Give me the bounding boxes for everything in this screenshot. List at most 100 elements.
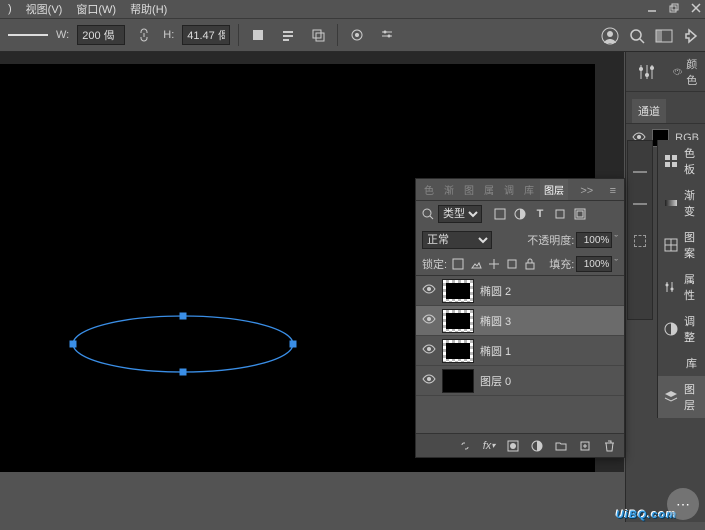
dock-item-swatches[interactable]: 色板 — [658, 140, 705, 182]
filter-type-icon[interactable]: T — [532, 206, 548, 222]
layer-name[interactable]: 椭圆 3 — [480, 313, 511, 329]
layers-panel: 色 渐 图 属 调 库 图层 >> ≡ 类型 T 正常 不透明度: ˇ 锁定: — [415, 178, 625, 458]
align-edges-icon[interactable] — [247, 24, 269, 46]
tab-layers[interactable]: 图层 — [540, 179, 568, 200]
minimize-icon[interactable] — [647, 3, 657, 16]
filter-adjust-icon[interactable] — [512, 206, 528, 222]
dock-item-libraries[interactable]: 库 — [658, 350, 705, 376]
anchor-left[interactable] — [70, 341, 77, 348]
fill-input[interactable] — [576, 256, 612, 272]
anchor-bottom[interactable] — [180, 369, 187, 376]
menu-help[interactable]: 帮助(H) — [130, 1, 167, 17]
layer-thumbnail[interactable] — [442, 369, 474, 393]
opacity-label: 不透明度: — [527, 232, 574, 248]
lock-position-icon[interactable] — [487, 257, 501, 271]
height-label: H: — [163, 29, 174, 41]
dock-item-patterns[interactable]: 图案 — [658, 224, 705, 266]
width-label: W: — [56, 29, 69, 41]
lock-transparent-icon[interactable] — [451, 257, 465, 271]
tab-adjustments[interactable]: 调 — [500, 179, 518, 200]
menu-window[interactable]: 窗口(W) — [76, 1, 116, 17]
filter-shape-icon[interactable] — [552, 206, 568, 222]
link-wh-icon[interactable] — [133, 24, 155, 46]
panel-menu-icon[interactable]: ≡ — [606, 182, 620, 200]
height-input[interactable] — [182, 25, 230, 45]
tab-swatches[interactable]: 色 — [420, 179, 438, 200]
arrange-icon[interactable] — [307, 24, 329, 46]
chevron-down-icon[interactable]: ˇ — [614, 234, 618, 246]
dock-item-layers[interactable]: 图层 — [658, 376, 705, 418]
delete-layer-icon[interactable] — [602, 439, 616, 453]
layer-thumbnail[interactable] — [442, 279, 474, 303]
layer-filter-type[interactable]: 类型 — [438, 205, 482, 223]
share-icon[interactable] — [683, 28, 699, 47]
channels-tab[interactable]: 通道 — [632, 99, 666, 123]
tab-libraries[interactable]: 库 — [520, 179, 538, 200]
separator — [238, 24, 239, 46]
opacity-input[interactable] — [576, 232, 612, 248]
user-icon[interactable] — [601, 27, 619, 48]
gear-icon[interactable] — [346, 24, 368, 46]
color-tab-label: 颜色 — [686, 56, 697, 88]
lock-label: 锁定: — [422, 256, 447, 272]
search-icon[interactable] — [629, 28, 645, 47]
layer-name[interactable]: 椭圆 1 — [480, 343, 511, 359]
dock-label: 色板 — [684, 145, 699, 177]
restore-icon[interactable] — [669, 3, 679, 16]
adjustments-icon[interactable] — [634, 60, 658, 84]
dock-item-gradients[interactable]: 渐变 — [658, 182, 705, 224]
lock-image-icon[interactable] — [469, 257, 483, 271]
layer-name[interactable]: 椭圆 2 — [480, 283, 511, 299]
layer-row[interactable]: 椭圆 2 — [416, 276, 624, 306]
layer-row[interactable]: 图层 0 — [416, 366, 624, 396]
stroke-weight-preview[interactable] — [8, 34, 48, 36]
width-input[interactable] — [77, 25, 125, 45]
visibility-icon[interactable] — [422, 314, 436, 327]
workspace-switcher-icon[interactable] — [655, 29, 673, 46]
lock-all-icon[interactable] — [523, 257, 537, 271]
layer-row[interactable]: 椭圆 3 — [416, 306, 624, 336]
layer-thumbnail[interactable] — [442, 339, 474, 363]
layer-thumbnail[interactable] — [442, 309, 474, 333]
dock-label: 属性 — [684, 271, 699, 303]
layer-row[interactable]: 椭圆 1 — [416, 336, 624, 366]
layer-name[interactable]: 图层 0 — [480, 373, 511, 389]
dock-label: 调整 — [684, 313, 699, 345]
visibility-icon[interactable] — [422, 284, 436, 297]
menu-view[interactable]: 视图(V) — [26, 1, 63, 17]
layers-list: 椭圆 2 椭圆 3 椭圆 1 图层 0 — [416, 276, 624, 396]
link-layers-icon[interactable] — [458, 439, 472, 453]
dock-item-properties[interactable]: 属性 — [658, 266, 705, 308]
collapsed-dock-strip[interactable] — [627, 140, 653, 320]
anchor-right[interactable] — [290, 341, 297, 348]
new-layer-icon[interactable] — [578, 439, 592, 453]
tabs-overflow[interactable]: >> — [576, 182, 597, 200]
tab-properties[interactable]: 属 — [480, 179, 498, 200]
dock-item-adjustments[interactable]: 调整 — [658, 308, 705, 350]
tab-patterns[interactable]: 图 — [460, 179, 478, 200]
dock-label: 图案 — [684, 229, 699, 261]
fx-icon[interactable]: fx▾ — [482, 439, 496, 453]
lock-artboard-icon[interactable] — [505, 257, 519, 271]
close-icon[interactable] — [691, 3, 701, 16]
anchor-top[interactable] — [180, 313, 187, 320]
settings-icon[interactable] — [376, 24, 398, 46]
panel-icon-dock: 色板 渐变 图案 属性 调整 库 图层 — [657, 140, 705, 418]
align-icon[interactable] — [277, 24, 299, 46]
separator — [337, 24, 338, 46]
fill-label: 填充: — [549, 256, 574, 272]
dock-label: 图层 — [684, 381, 699, 413]
visibility-icon[interactable] — [422, 374, 436, 387]
chevron-down-icon[interactable]: ˇ — [614, 258, 618, 270]
color-panel-button[interactable]: 颜色 — [673, 60, 697, 84]
filter-smart-icon[interactable] — [572, 206, 588, 222]
group-icon[interactable] — [554, 439, 568, 453]
menu-fragment: ) — [8, 3, 12, 15]
tab-gradients[interactable]: 渐 — [440, 179, 458, 200]
search-icon — [422, 208, 434, 220]
filter-pixel-icon[interactable] — [492, 206, 508, 222]
mask-icon[interactable] — [506, 439, 520, 453]
adjustment-layer-icon[interactable] — [530, 439, 544, 453]
visibility-icon[interactable] — [422, 344, 436, 357]
blend-mode-select[interactable]: 正常 — [422, 231, 492, 249]
